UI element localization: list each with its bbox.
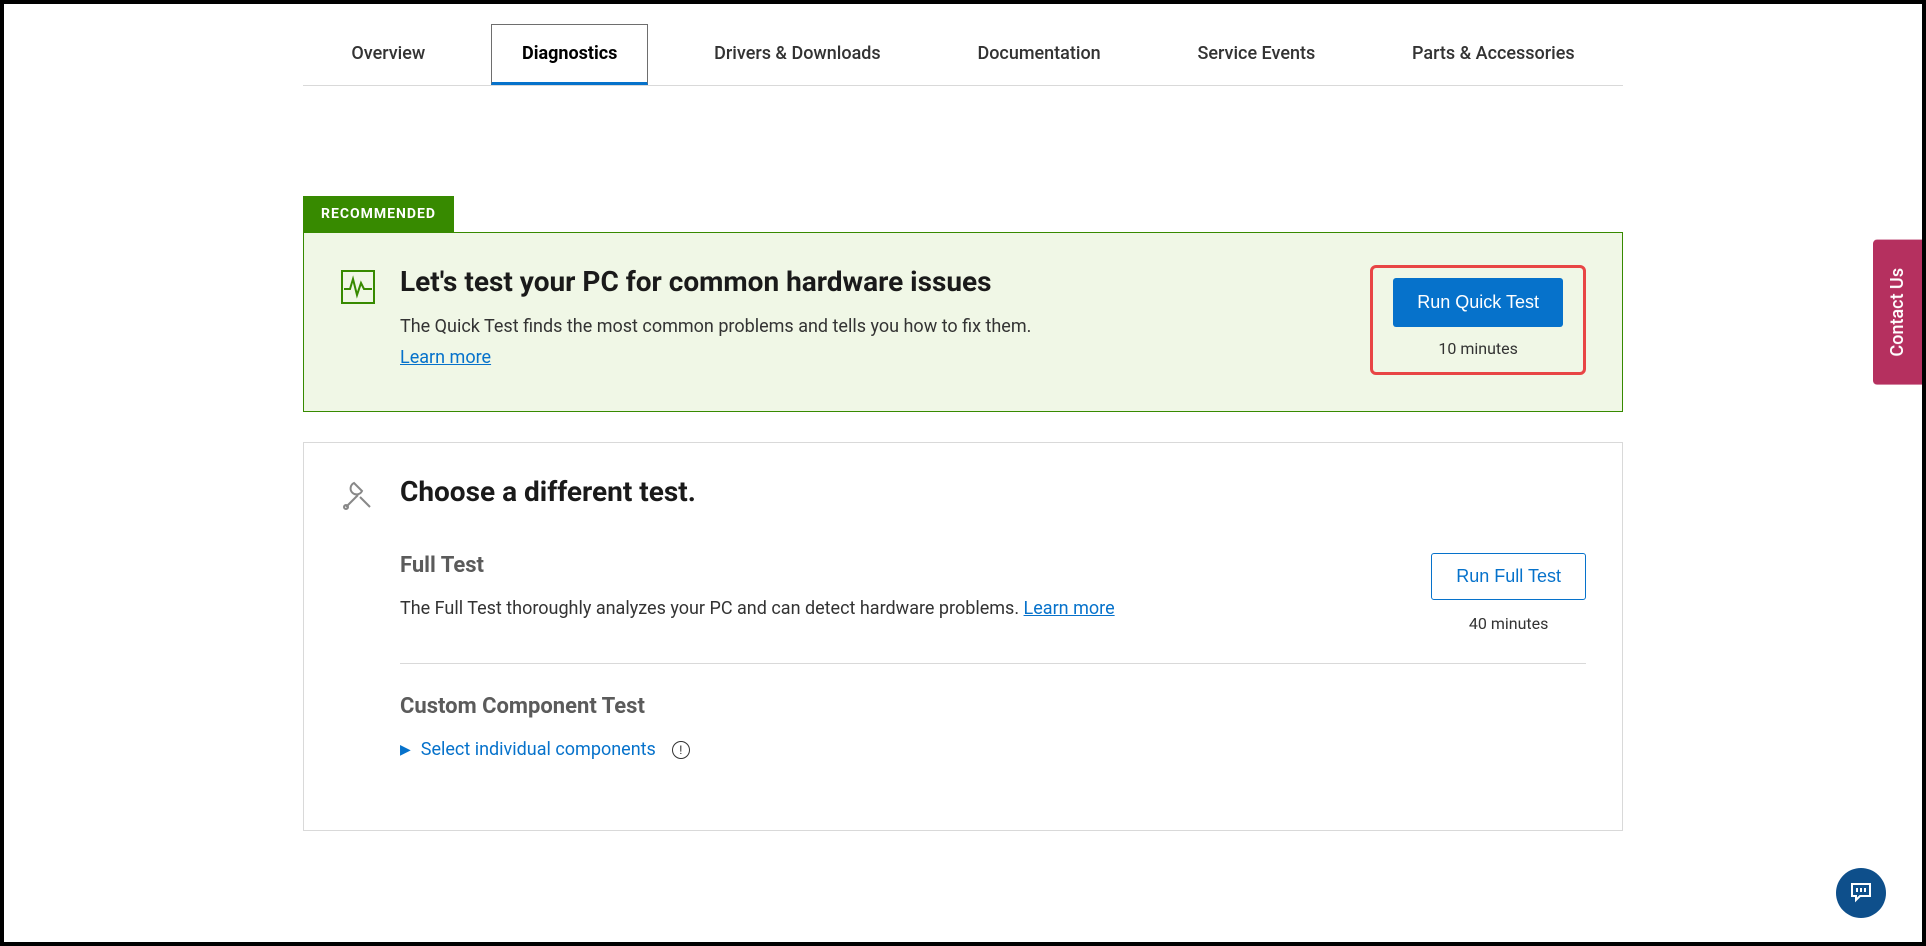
contact-us-tab[interactable]: Contact Us — [1873, 240, 1922, 385]
tab-overview[interactable]: Overview — [320, 24, 456, 85]
full-test-name: Full Test — [400, 553, 1115, 578]
full-test-desc: The Full Test thoroughly analyzes your P… — [400, 598, 1115, 619]
recommended-card: Let's test your PC for common hardware i… — [303, 232, 1623, 412]
full-test-learn-more-link[interactable]: Learn more — [1024, 598, 1115, 619]
tab-parts[interactable]: Parts & Accessories — [1381, 24, 1606, 85]
heartbeat-icon — [340, 269, 376, 305]
nav-tabs: Overview Diagnostics Drivers & Downloads… — [303, 24, 1623, 86]
tab-drivers[interactable]: Drivers & Downloads — [683, 24, 912, 85]
tab-service-events[interactable]: Service Events — [1166, 24, 1346, 85]
full-test-section: Full Test The Full Test thoroughly analy… — [400, 553, 1586, 664]
full-test-duration: 40 minutes — [1469, 614, 1549, 633]
tab-documentation[interactable]: Documentation — [946, 24, 1131, 85]
run-quick-test-button[interactable]: Run Quick Test — [1393, 278, 1563, 327]
chat-button[interactable] — [1836, 868, 1886, 918]
caret-right-icon: ▶ — [400, 742, 411, 758]
select-components-toggle[interactable]: ▶ Select individual components ! — [400, 739, 1586, 760]
alternate-tests-card: Choose a different test. Full Test The F… — [303, 442, 1623, 831]
tab-diagnostics[interactable]: Diagnostics — [491, 24, 648, 85]
select-components-label: Select individual components — [421, 739, 656, 760]
quick-test-learn-more-link[interactable]: Learn more — [400, 347, 491, 368]
alternate-tests-title: Choose a different test. — [400, 475, 696, 508]
run-full-test-button[interactable]: Run Full Test — [1431, 553, 1586, 600]
quick-test-title: Let's test your PC for common hardware i… — [400, 265, 1031, 298]
quick-test-desc: The Quick Test finds the most common pro… — [400, 316, 1031, 337]
chat-icon — [1849, 879, 1873, 907]
quick-test-highlight: Run Quick Test 10 minutes — [1370, 265, 1586, 375]
quick-test-duration: 10 minutes — [1438, 339, 1518, 358]
custom-test-section: Custom Component Test ▶ Select individua… — [400, 694, 1586, 790]
recommended-badge: RECOMMENDED — [303, 196, 454, 232]
tools-icon — [340, 477, 376, 513]
custom-test-name: Custom Component Test — [400, 694, 1586, 719]
info-icon[interactable]: ! — [672, 741, 690, 759]
